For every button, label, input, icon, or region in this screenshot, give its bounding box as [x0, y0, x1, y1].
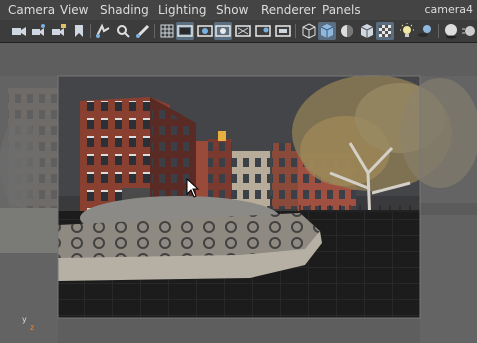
axis-z-label: z	[30, 323, 35, 332]
viewport-panel[interactable]: y z	[0, 43, 477, 343]
bookmark-icon[interactable]	[70, 22, 88, 40]
toolbar-separator	[90, 24, 91, 38]
menu-show[interactable]: Show	[216, 3, 248, 17]
smooth-shade-icon[interactable]	[318, 22, 336, 40]
grid-icon[interactable]	[158, 22, 176, 40]
camera-name: camera4	[424, 3, 473, 16]
motion-blur-icon[interactable]	[460, 22, 477, 40]
safe-action-icon[interactable]	[254, 22, 272, 40]
toolbar-separator	[154, 24, 155, 38]
field-chart-icon[interactable]	[234, 22, 252, 40]
toolbar-separator	[295, 24, 296, 38]
menu-camera[interactable]: Camera	[8, 3, 55, 17]
menu-lighting[interactable]: Lighting	[158, 3, 207, 17]
menu-renderer[interactable]: Renderer	[261, 3, 316, 17]
camera-select-icon[interactable]	[10, 22, 28, 40]
gate-mask-icon[interactable]	[214, 22, 232, 40]
textured-icon[interactable]	[358, 22, 376, 40]
lighting-icon[interactable]	[398, 22, 416, 40]
scene-render	[0, 43, 477, 343]
menu-shading[interactable]: Shading	[100, 3, 149, 17]
menu-view[interactable]: View	[60, 3, 88, 17]
panel-menubar: Camera View Shading Lighting Show Render…	[0, 0, 477, 20]
toolbar-separator	[438, 24, 439, 38]
image-plane-icon[interactable]	[94, 22, 112, 40]
panel-toolbar	[0, 20, 477, 43]
wireframe-icon[interactable]	[300, 22, 318, 40]
shadows-icon[interactable]	[416, 22, 434, 40]
safe-title-icon[interactable]	[274, 22, 292, 40]
film-gate-icon[interactable]	[176, 22, 194, 40]
menu-panels[interactable]: Panels	[322, 3, 361, 17]
default-material-icon[interactable]	[338, 22, 356, 40]
screen-space-ao-icon[interactable]	[442, 22, 460, 40]
resolution-gate-icon[interactable]	[196, 22, 214, 40]
mouse-cursor-icon	[186, 177, 200, 202]
camera-attributes-icon[interactable]	[30, 22, 48, 40]
two-d-pan-zoom-icon[interactable]	[114, 22, 132, 40]
xray-icon[interactable]	[376, 22, 394, 40]
camera-lock-icon[interactable]	[50, 22, 68, 40]
grease-pencil-icon[interactable]	[134, 22, 152, 40]
axis-y-label: y	[22, 315, 27, 324]
